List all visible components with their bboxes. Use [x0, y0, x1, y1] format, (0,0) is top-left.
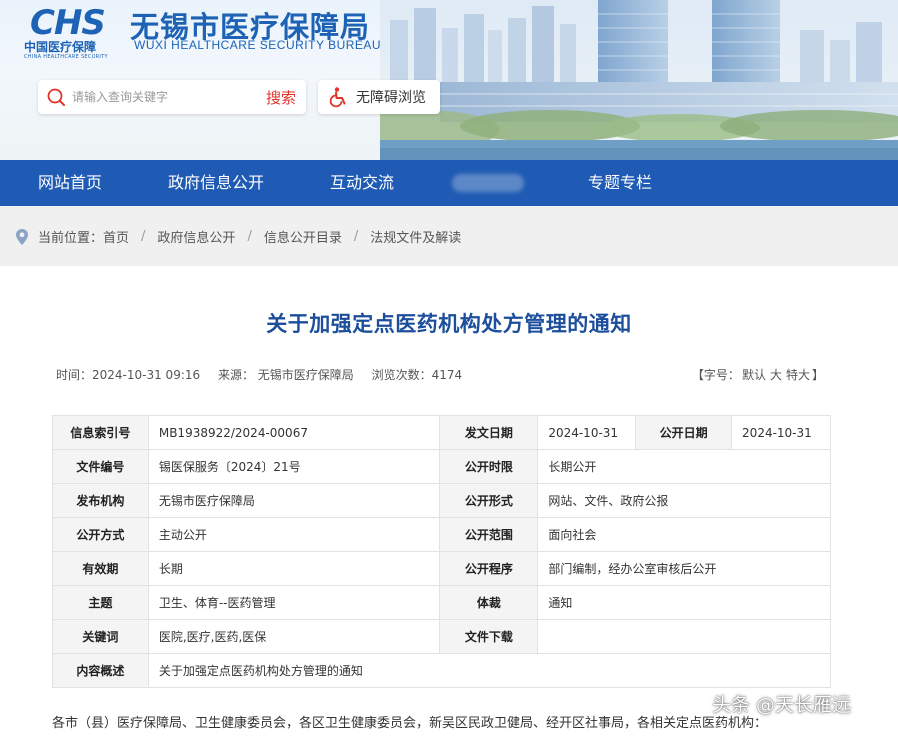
table-label: 关键词: [52, 619, 149, 654]
table-row: 内容概述 关于加强定点医药机构处方管理的通知: [52, 653, 832, 688]
nav-item-interaction[interactable]: 互动交流: [330, 160, 394, 206]
table-row: 有效期 长期 公开程序 部门编制，经办公室审核后公开: [52, 551, 831, 586]
table-label: 主题: [52, 585, 149, 620]
table-label: 信息索引号: [52, 415, 149, 450]
table-value: 2024-10-31: [731, 415, 831, 450]
search-box: 搜索: [38, 80, 306, 114]
watermark: 头条 @天长雁远: [712, 694, 852, 716]
nav-item-obscured[interactable]: [452, 174, 524, 192]
breadcrumb-regulations[interactable]: 法规文件及解读: [370, 227, 461, 246]
breadcrumb-separator: /: [141, 229, 146, 244]
table-label: 公开程序: [439, 551, 539, 586]
breadcrumb-bar: 当前位置： 首页 / 政府信息公开 / 信息公开目录 / 法规文件及解读: [0, 206, 898, 266]
site-subtitle: WUXI HEALTHCARE SECURITY BUREAU: [134, 38, 382, 52]
breadcrumb-home[interactable]: 首页: [103, 227, 129, 246]
font-size-large[interactable]: 大: [770, 368, 782, 382]
nav-item-gov-info[interactable]: 政府信息公开: [168, 160, 264, 206]
table-value: 卫生、体育--医药管理: [147, 585, 441, 620]
accessibility-button[interactable]: 无障碍浏览: [318, 80, 440, 114]
breadcrumb: 当前位置： 首页 / 政府信息公开 / 信息公开目录 / 法规文件及解读: [38, 227, 461, 246]
header-banner: CHS 中国医疗保障 CHINA HEALTHCARE SECURITY 无锡市…: [0, 0, 898, 160]
main-nav: 网站首页 政府信息公开 互动交流 专题专栏: [0, 160, 898, 206]
table-row: 信息索引号 MB1938922/2024-00067 发文日期 2024-10-…: [52, 415, 831, 450]
font-size-default[interactable]: 默认: [742, 368, 766, 382]
table-value: 部门编制，经办公室审核后公开: [537, 551, 831, 586]
table-label: 公开形式: [439, 483, 539, 518]
logo-mark: CHS: [30, 3, 106, 43]
breadcrumb-separator: /: [353, 229, 359, 244]
view-count: 浏览次数：4174: [371, 368, 463, 382]
font-size-xlarge[interactable]: 特大: [786, 368, 810, 382]
table-value: 长期公开: [537, 449, 831, 484]
font-size-suffix: 】: [811, 368, 824, 382]
table-value: 长期: [147, 551, 441, 586]
table-label: 公开日期: [635, 415, 733, 450]
article-source: 来源： 无锡市医疗保障局: [217, 368, 354, 382]
breadcrumb-catalog[interactable]: 信息公开目录: [264, 227, 342, 246]
table-value: 网站、文件、政府公报: [537, 483, 831, 518]
chs-logo[interactable]: CHS 中国医疗保障 CHINA HEALTHCARE SECURITY: [24, 3, 124, 60]
table-label: 发文日期: [439, 415, 539, 450]
table-value: 主动公开: [147, 517, 441, 552]
table-value: 关于加强定点医药机构处方管理的通知: [147, 653, 832, 688]
table-value: 锡医保服务〔2024〕21号: [147, 449, 441, 484]
document-info-table: 信息索引号 MB1938922/2024-00067 发文日期 2024-10-…: [52, 415, 832, 688]
search-input[interactable]: [72, 86, 252, 108]
search-button[interactable]: 搜索: [266, 87, 296, 108]
table-label: 文件下载: [439, 619, 539, 654]
table-label: 体裁: [439, 585, 539, 620]
article-meta: 时间：2024-10-31 09:16 来源： 无锡市医疗保障局 浏览次数：41…: [56, 366, 476, 383]
article: 关于加强定点医药机构处方管理的通知 时间：2024-10-31 09:16 来源…: [0, 266, 898, 736]
search-icon: [47, 88, 65, 106]
table-row: 主题 卫生、体育--医药管理 体裁 通知: [52, 585, 831, 620]
accessibility-label: 无障碍浏览: [356, 90, 426, 106]
table-value: 面向社会: [537, 517, 831, 552]
table-row: 发布机构 无锡市医疗保障局 公开形式 网站、文件、政府公报: [52, 483, 831, 518]
table-label: 公开时限: [439, 449, 539, 484]
article-body-first-line: 各市（县）医疗保障局、卫生健康委员会，各区卫生健康委员会，新吴区民政卫健局、经开…: [52, 716, 768, 731]
article-title: 关于加强定点医药机构处方管理的通知: [266, 312, 632, 336]
wheelchair-icon: [329, 87, 346, 108]
table-value: 通知: [537, 585, 831, 620]
breadcrumb-prefix: 当前位置：: [38, 231, 104, 246]
nav-item-topics[interactable]: 专题专栏: [588, 160, 652, 206]
table-value: 无锡市医疗保障局: [147, 483, 441, 518]
publish-time: 时间：2024-10-31 09:16: [56, 368, 201, 382]
table-label: 公开方式: [52, 517, 149, 552]
breadcrumb-separator: /: [247, 229, 252, 244]
table-value: 医院,医疗,医药,医保: [147, 619, 441, 654]
table-label: 发布机构: [52, 483, 149, 518]
table-row: 文件编号 锡医保服务〔2024〕21号 公开时限 长期公开: [52, 449, 831, 484]
font-size-switcher: 【字号： 默认大特大】: [692, 366, 824, 383]
file-download-cell[interactable]: [537, 619, 831, 654]
breadcrumb-gov-info[interactable]: 政府信息公开: [157, 227, 235, 246]
table-value: 2024-10-31: [537, 415, 637, 450]
logo-cn-text: 中国医疗保障: [24, 40, 97, 54]
table-label: 公开范围: [439, 517, 539, 552]
table-value: MB1938922/2024-00067: [147, 415, 441, 450]
table-label: 有效期: [52, 551, 149, 586]
table-label: 文件编号: [52, 449, 149, 484]
font-size-prefix: 【字号：: [691, 368, 740, 382]
table-label: 内容概述: [52, 653, 149, 688]
location-pin-icon: [16, 229, 28, 245]
city-skyline-image: [380, 0, 898, 160]
nav-item-home[interactable]: 网站首页: [38, 160, 102, 206]
table-row: 公开方式 主动公开 公开范围 面向社会: [52, 517, 831, 552]
table-row: 关键词 医院,医疗,医药,医保 文件下载: [52, 619, 831, 654]
logo-en-text: CHINA HEALTHCARE SECURITY: [24, 54, 108, 60]
